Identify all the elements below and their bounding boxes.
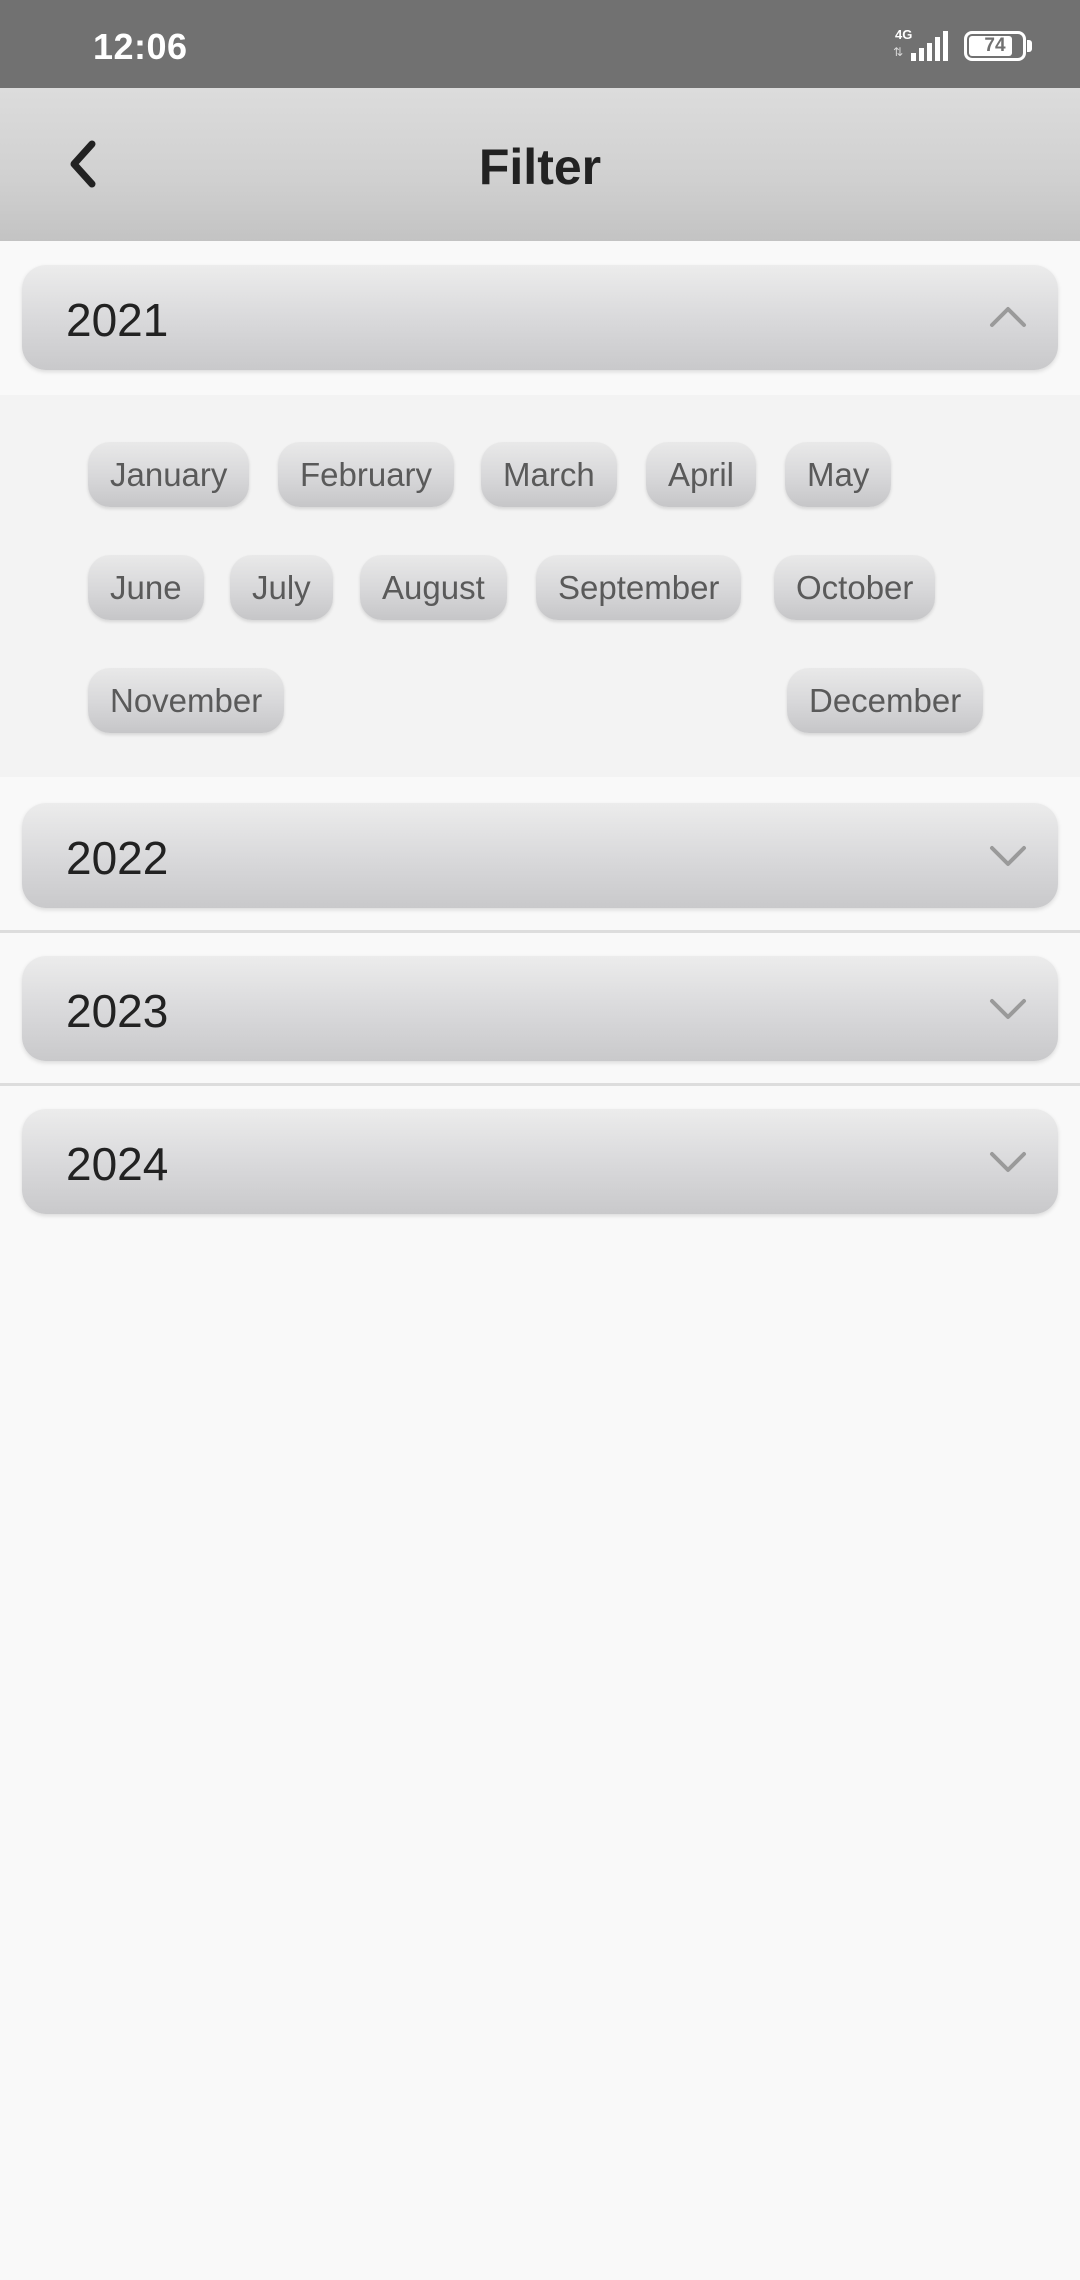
chevron-up-icon [990,307,1026,327]
page-title: Filter [478,139,602,195]
divider [0,930,1080,933]
signal-bars-icon [911,31,948,61]
month-chip-april[interactable]: April [646,442,757,507]
year-label: 2022 [66,832,169,884]
month-chip-july[interactable]: July [230,555,333,620]
month-chip-january[interactable]: January [88,442,250,507]
battery-nub [1027,40,1032,52]
year-label: 2021 [66,294,169,346]
year-header-2023[interactable]: 2023 [22,956,1058,1061]
month-chip-november[interactable]: November [88,668,285,733]
chevron-down-icon [990,1152,1026,1172]
battery-icon: 74 [964,31,1026,61]
month-chip-march[interactable]: March [481,442,617,507]
signal-icon: 4G ⇅ [893,27,953,63]
month-chip-october[interactable]: October [774,555,936,620]
month-chip-august[interactable]: August [360,555,507,620]
divider [0,1083,1080,1086]
months-panel-2021: January February March April May June Ju… [0,395,1080,777]
year-header-2022[interactable]: 2022 [22,803,1058,908]
battery-percent: 74 [984,35,1006,56]
month-chip-june[interactable]: June [88,555,204,620]
month-chip-december[interactable]: December [787,668,984,733]
year-label: 2023 [66,985,169,1037]
chevron-down-icon [990,846,1026,866]
status-time: 12:06 [93,26,188,67]
month-chip-may[interactable]: May [785,442,892,507]
year-header-2021[interactable]: 2021 [22,265,1058,370]
year-label: 2024 [66,1138,169,1190]
month-chip-september[interactable]: September [536,555,742,620]
chevron-down-icon [990,999,1026,1019]
app-bar: Filter [0,88,1080,241]
status-bar: 12:06 4G ⇅ 74 [0,0,1080,88]
year-header-2024[interactable]: 2024 [22,1109,1058,1214]
month-chip-february[interactable]: February [278,442,455,507]
